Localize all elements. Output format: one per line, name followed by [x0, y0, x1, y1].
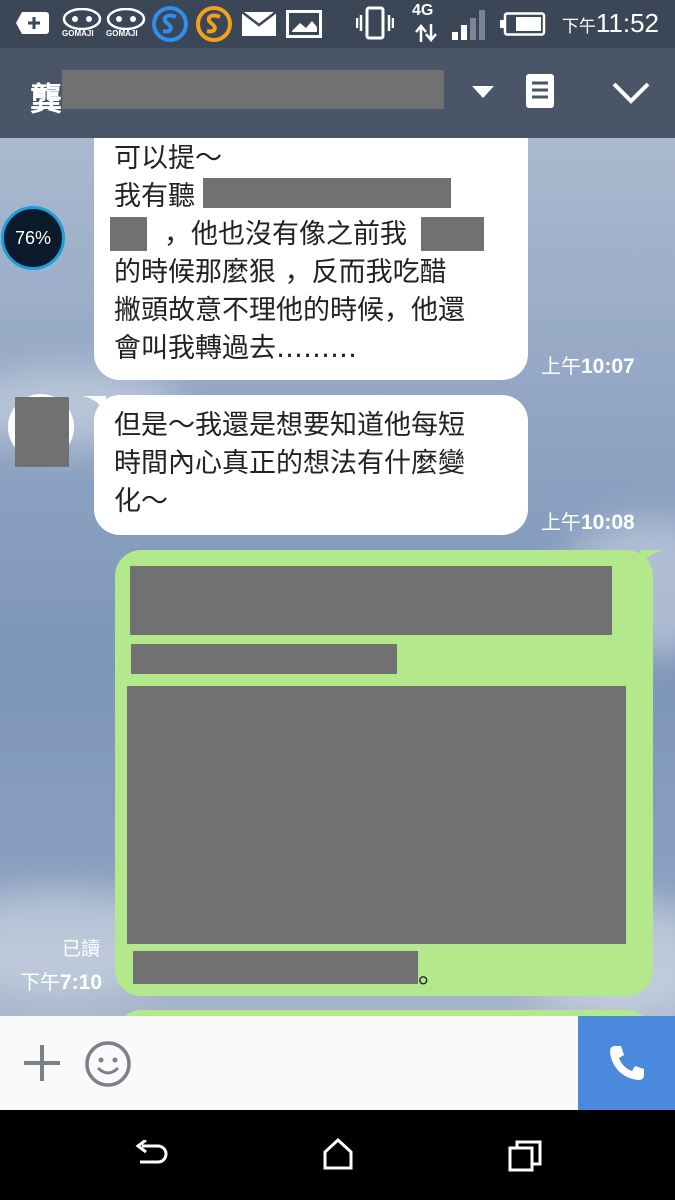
network-indicator: 4G: [410, 2, 442, 44]
time-ampm: 上午: [541, 356, 581, 378]
redacted-text: [130, 566, 612, 635]
time-ampm: 上午: [541, 512, 581, 534]
chat-area[interactable]: 76% 可以提～ 我有聽 ，他也沒有像之前我 的時候那麼狠 ，反而我吃醋 撇頭故…: [0, 138, 675, 1016]
vibrate-icon: [356, 6, 394, 40]
message-line: 但是～我還是想要知道他每短: [114, 410, 465, 441]
data-arrows-icon: [415, 24, 437, 42]
message-time: 上午10:07: [541, 350, 635, 379]
back-icon[interactable]: [134, 1140, 168, 1170]
chevron-down-icon[interactable]: [612, 82, 650, 104]
redacted-text: [203, 178, 451, 208]
status-bar: GOMAJI GOMAJI 4G 下午11:52: [0, 0, 675, 48]
chat-title[interactable]: 龔: [30, 74, 62, 120]
time-value: 10:08: [581, 511, 635, 534]
navigation-bar: [0, 1110, 675, 1200]
message-time: 上午10:08: [541, 506, 635, 535]
message-line: 的時候那麼狠 ，反而我吃醋: [114, 257, 447, 288]
input-bar: [0, 1016, 675, 1110]
signal-icon: [452, 10, 485, 40]
gomaji-icon: GOMAJI: [62, 7, 102, 40]
redacted-text: [421, 217, 484, 251]
message-line: 時間內心真正的想法有什麼變: [114, 448, 465, 479]
phone-icon: [609, 1046, 644, 1080]
redacted-text: [127, 686, 626, 944]
message-bubble[interactable]: 但是～我還是想要知道他每短 時間內心真正的想法有什麼變 化～: [94, 395, 528, 535]
bubble-tail: [640, 550, 664, 566]
battery-icon: [500, 12, 546, 36]
gomaji-label: GOMAJI: [62, 29, 94, 38]
gomaji-icon: GOMAJI: [106, 7, 146, 40]
redacted-text: [131, 644, 397, 674]
chat-header: 龔: [0, 48, 675, 138]
redacted-text: [133, 951, 418, 984]
emoji-icon[interactable]: [84, 1040, 132, 1088]
redacted-avatar: [15, 397, 69, 467]
clock-time: 11:52: [595, 8, 659, 38]
home-icon[interactable]: [322, 1138, 354, 1170]
bubble-tail: [82, 396, 106, 412]
avatar[interactable]: 76%: [1, 206, 65, 270]
redacted-text: [110, 217, 147, 251]
clock: 下午11:52: [562, 8, 659, 39]
mail-icon: [242, 12, 276, 36]
avatar-badge-text: 76%: [14, 227, 52, 248]
message-line: 撇頭故意不理他的時候，他還: [114, 295, 465, 326]
clock-ampm: 下午: [561, 17, 596, 36]
message-line: 會叫我轉過去………: [114, 333, 357, 364]
image-icon: [286, 10, 322, 38]
message-trailing-char: 。: [418, 959, 445, 990]
gomaji-label: GOMAJI: [106, 29, 138, 38]
message-read-label: 已讀: [62, 934, 100, 961]
call-button[interactable]: [578, 1016, 675, 1110]
redacted-title: [62, 70, 444, 109]
plus-icon: [16, 12, 49, 34]
message-line: 可以提～: [114, 143, 222, 174]
recent-apps-icon[interactable]: [508, 1140, 542, 1172]
s-app-orange-icon: [196, 6, 232, 42]
message-line: 化～: [114, 486, 168, 517]
s-app-blue-icon: [152, 6, 188, 42]
read-label: 已讀: [62, 939, 101, 960]
message-time: 下午7:10: [20, 966, 102, 995]
time-value: 7:10: [60, 971, 103, 994]
plus-icon[interactable]: [22, 1043, 62, 1083]
message-bubble[interactable]: 可以提～ 我有聽 ，他也沒有像之前我 的時候那麼狠 ，反而我吃醋 撇頭故意不理他…: [94, 138, 528, 380]
avatar[interactable]: [8, 394, 74, 467]
dropdown-arrow-icon[interactable]: [472, 86, 494, 100]
time-ampm: 下午: [20, 972, 60, 994]
network-type-label: 4G: [412, 2, 434, 19]
time-value: 10:07: [581, 355, 635, 378]
notes-icon[interactable]: [526, 74, 554, 108]
